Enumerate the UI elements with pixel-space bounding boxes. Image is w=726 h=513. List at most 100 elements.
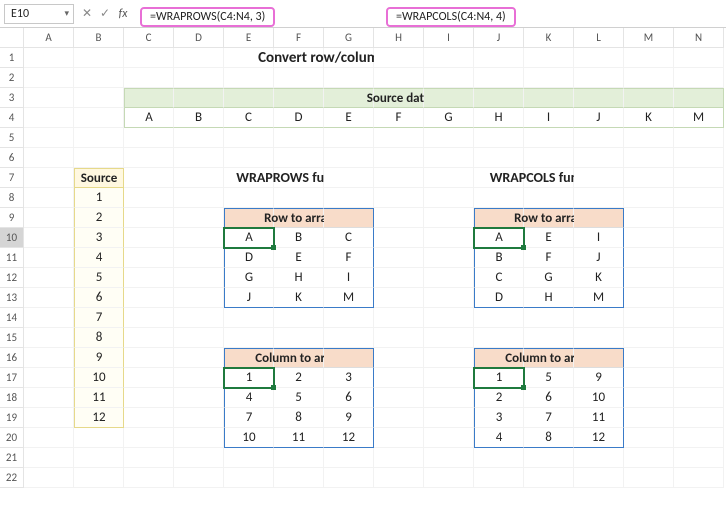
cell[interactable] bbox=[474, 128, 524, 148]
table-cell[interactable]: 10 bbox=[574, 388, 624, 408]
row-header[interactable]: 20 bbox=[0, 428, 24, 448]
cell[interactable] bbox=[524, 328, 574, 348]
table-cell[interactable]: 11 bbox=[274, 428, 324, 448]
cell[interactable] bbox=[74, 468, 124, 488]
cell[interactable] bbox=[424, 128, 474, 148]
cell[interactable] bbox=[424, 88, 474, 108]
table-header[interactable]: Column to array bbox=[274, 348, 324, 368]
cell[interactable] bbox=[374, 408, 424, 428]
cell[interactable] bbox=[424, 228, 474, 248]
col-header[interactable]: G bbox=[324, 28, 374, 48]
cell[interactable] bbox=[424, 188, 474, 208]
table-cell[interactable]: 7 bbox=[224, 408, 274, 428]
cell[interactable] bbox=[674, 308, 724, 328]
table-cell[interactable]: F bbox=[324, 248, 374, 268]
cell[interactable] bbox=[574, 88, 624, 108]
cell[interactable] bbox=[24, 328, 74, 348]
cell[interactable] bbox=[474, 88, 524, 108]
cell[interactable] bbox=[174, 348, 224, 368]
cell[interactable] bbox=[624, 288, 674, 308]
cell[interactable] bbox=[424, 148, 474, 168]
cell[interactable] bbox=[374, 248, 424, 268]
cell[interactable] bbox=[674, 128, 724, 148]
source-row-cell[interactable]: F bbox=[374, 108, 424, 128]
cell[interactable] bbox=[24, 48, 74, 68]
cell[interactable] bbox=[24, 448, 74, 468]
cell[interactable] bbox=[624, 148, 674, 168]
cell[interactable] bbox=[474, 68, 524, 88]
cell[interactable] bbox=[674, 368, 724, 388]
cell[interactable] bbox=[24, 68, 74, 88]
source-col-cell[interactable]: 5 bbox=[74, 268, 124, 288]
cell[interactable] bbox=[624, 48, 674, 68]
cell[interactable] bbox=[374, 148, 424, 168]
cell[interactable] bbox=[474, 148, 524, 168]
row-header[interactable]: 16 bbox=[0, 348, 24, 368]
cell[interactable] bbox=[74, 128, 124, 148]
cell[interactable] bbox=[24, 348, 74, 368]
source-row-cell[interactable]: C bbox=[224, 108, 274, 128]
cell[interactable] bbox=[624, 328, 674, 348]
cell[interactable] bbox=[224, 328, 274, 348]
table-cell[interactable]: 3 bbox=[474, 408, 524, 428]
table-header[interactable]: Row to array bbox=[524, 208, 574, 228]
col-header[interactable]: C bbox=[124, 28, 174, 48]
cell[interactable] bbox=[324, 308, 374, 328]
cell[interactable] bbox=[24, 468, 74, 488]
cell[interactable] bbox=[574, 188, 624, 208]
cell[interactable] bbox=[124, 228, 174, 248]
cell[interactable] bbox=[524, 308, 574, 328]
cell[interactable] bbox=[374, 388, 424, 408]
chevron-down-icon[interactable]: ▾ bbox=[64, 8, 69, 19]
cell[interactable] bbox=[24, 88, 74, 108]
cell[interactable] bbox=[624, 128, 674, 148]
cell[interactable] bbox=[424, 268, 474, 288]
source-row-cell[interactable]: B bbox=[174, 108, 224, 128]
cell[interactable] bbox=[624, 248, 674, 268]
cell[interactable] bbox=[374, 288, 424, 308]
cell[interactable] bbox=[524, 68, 574, 88]
cell[interactable] bbox=[524, 188, 574, 208]
spreadsheet-grid[interactable]: ABCDEFGHIJKLMN1Convert row/column to arr… bbox=[0, 28, 726, 488]
table-cell[interactable]: 6 bbox=[324, 388, 374, 408]
cell[interactable] bbox=[124, 88, 174, 108]
col-header[interactable]: J bbox=[474, 28, 524, 48]
table-cell[interactable]: J bbox=[574, 248, 624, 268]
table-cell[interactable]: 11 bbox=[574, 408, 624, 428]
select-all-corner[interactable] bbox=[0, 28, 24, 48]
cell[interactable] bbox=[274, 448, 324, 468]
cell[interactable] bbox=[24, 228, 74, 248]
cell[interactable] bbox=[674, 48, 724, 68]
cell[interactable] bbox=[274, 88, 324, 108]
cell[interactable] bbox=[174, 408, 224, 428]
table-cell[interactable]: H bbox=[524, 288, 574, 308]
cell[interactable] bbox=[174, 188, 224, 208]
cell[interactable] bbox=[24, 408, 74, 428]
cell[interactable] bbox=[274, 148, 324, 168]
source-col-cell[interactable]: 8 bbox=[74, 328, 124, 348]
cell[interactable] bbox=[124, 388, 174, 408]
cell[interactable] bbox=[624, 468, 674, 488]
cell[interactable] bbox=[474, 468, 524, 488]
cell[interactable] bbox=[374, 208, 424, 228]
source-row-cell[interactable]: H bbox=[474, 108, 524, 128]
cell[interactable] bbox=[124, 168, 174, 188]
row-header[interactable]: 8 bbox=[0, 188, 24, 208]
cell[interactable] bbox=[324, 348, 374, 368]
cell[interactable] bbox=[424, 168, 474, 188]
row-header[interactable]: 7 bbox=[0, 168, 24, 188]
cell[interactable] bbox=[674, 428, 724, 448]
cell[interactable] bbox=[424, 208, 474, 228]
cell[interactable] bbox=[474, 188, 524, 208]
table-cell[interactable]: 2 bbox=[474, 388, 524, 408]
cell[interactable] bbox=[374, 348, 424, 368]
cell[interactable] bbox=[124, 448, 174, 468]
cell[interactable] bbox=[124, 248, 174, 268]
cell[interactable] bbox=[574, 448, 624, 468]
cell[interactable] bbox=[574, 208, 624, 228]
cell[interactable] bbox=[24, 188, 74, 208]
table-cell[interactable]: I bbox=[574, 228, 624, 248]
source-col-cell[interactable]: 11 bbox=[74, 388, 124, 408]
cell[interactable] bbox=[224, 148, 274, 168]
cell[interactable] bbox=[374, 308, 424, 328]
